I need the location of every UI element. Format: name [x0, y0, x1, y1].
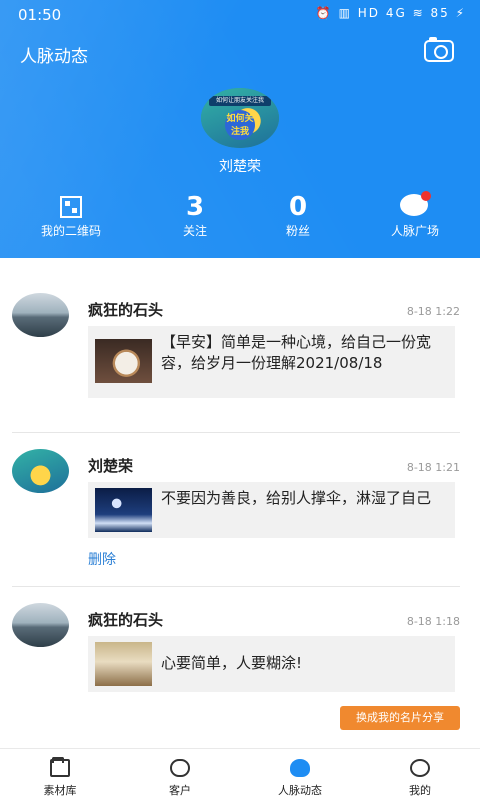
network-icon: [290, 759, 310, 777]
post-content-box[interactable]: 【早安】简单是一种心境，给自己一份宽容，给岁月一份理解2021/08/18: [88, 326, 455, 398]
post-thumbnail: [95, 488, 152, 532]
post-text: 心要简单，人要糊涂!: [161, 654, 303, 672]
tab-label: 客户: [169, 784, 191, 797]
avatar[interactable]: [12, 603, 69, 647]
square-label[interactable]: 人脉广场: [365, 222, 465, 239]
status-bar: 01:50 ⏰ ▥ HD 4G ≋ 85 ⚡: [0, 0, 480, 30]
share-card-button[interactable]: 换成我的名片分享: [340, 706, 460, 730]
profile-avatar[interactable]: 如何让朋友关注我 如何关注我: [201, 88, 279, 148]
tab-mine[interactable]: 我的: [360, 749, 480, 801]
post-author[interactable]: 疯狂的石头: [88, 299, 163, 320]
chat-bubble-icon[interactable]: [400, 191, 431, 216]
post-content-box[interactable]: 不要因为善良，给别人撑伞，淋湿了自己: [88, 482, 455, 538]
delete-button[interactable]: 删除: [88, 549, 116, 569]
divider: [12, 586, 460, 587]
page-title: 人脉动态: [20, 47, 88, 67]
post-author[interactable]: 刘楚荣: [88, 455, 133, 476]
avatar-banner-text: 如何让朋友关注我: [209, 96, 271, 106]
post-author[interactable]: 疯狂的石头: [88, 609, 163, 630]
users-icon: [170, 759, 190, 777]
follow-label: 关注: [182, 224, 207, 238]
qr-code-label[interactable]: 我的二维码: [21, 222, 121, 239]
post-time: 8-18 1:22: [406, 305, 460, 318]
tab-label: 人脉动态: [278, 784, 322, 797]
qr-code-icon[interactable]: [60, 196, 82, 218]
tab-material-library[interactable]: 素材库: [0, 749, 120, 801]
status-time: 01:50: [18, 6, 62, 24]
fans-label: 粉丝: [285, 224, 310, 238]
avatar[interactable]: [12, 293, 69, 337]
tab-customers[interactable]: 客户: [120, 749, 240, 801]
post-time: 8-18 1:18: [406, 615, 460, 628]
profile-username: 刘楚荣: [219, 159, 261, 175]
camera-icon[interactable]: [424, 37, 454, 62]
tab-label: 我的: [409, 784, 431, 797]
avatar-center-text: 如何关注我: [225, 110, 255, 140]
tab-network-feed[interactable]: 人脉动态: [240, 749, 360, 801]
post-text: 不要因为善良，给别人撑伞，淋湿了自己: [161, 489, 432, 507]
tab-label: 素材库: [43, 784, 77, 797]
user-icon: [410, 759, 430, 777]
bottom-tab-bar: 素材库 客户 人脉动态 我的: [0, 748, 480, 801]
folder-icon: [50, 757, 70, 777]
follow-count: 3: [185, 192, 205, 222]
post-time: 8-18 1:21: [406, 461, 460, 474]
status-icons: ⏰ ▥ HD 4G ≋ 85 ⚡: [315, 6, 466, 20]
post-content-box[interactable]: 心要简单，人要糊涂!: [88, 636, 455, 692]
post-thumbnail: [95, 339, 152, 383]
divider: [12, 432, 460, 433]
header: 01:50 ⏰ ▥ HD 4G ≋ 85 ⚡ 人脉动态 如何让朋友关注我 如何关…: [0, 0, 480, 258]
fans-stat[interactable]: 0 粉丝: [258, 192, 338, 239]
follow-stat[interactable]: 3 关注: [155, 192, 235, 239]
fans-count: 0: [288, 192, 308, 222]
post-text: 【早安】简单是一种心境，给自己一份宽容，给岁月一份理解2021/08/18: [161, 333, 432, 372]
post-thumbnail: [95, 642, 152, 686]
notification-dot: [421, 191, 431, 201]
avatar[interactable]: [12, 449, 69, 493]
